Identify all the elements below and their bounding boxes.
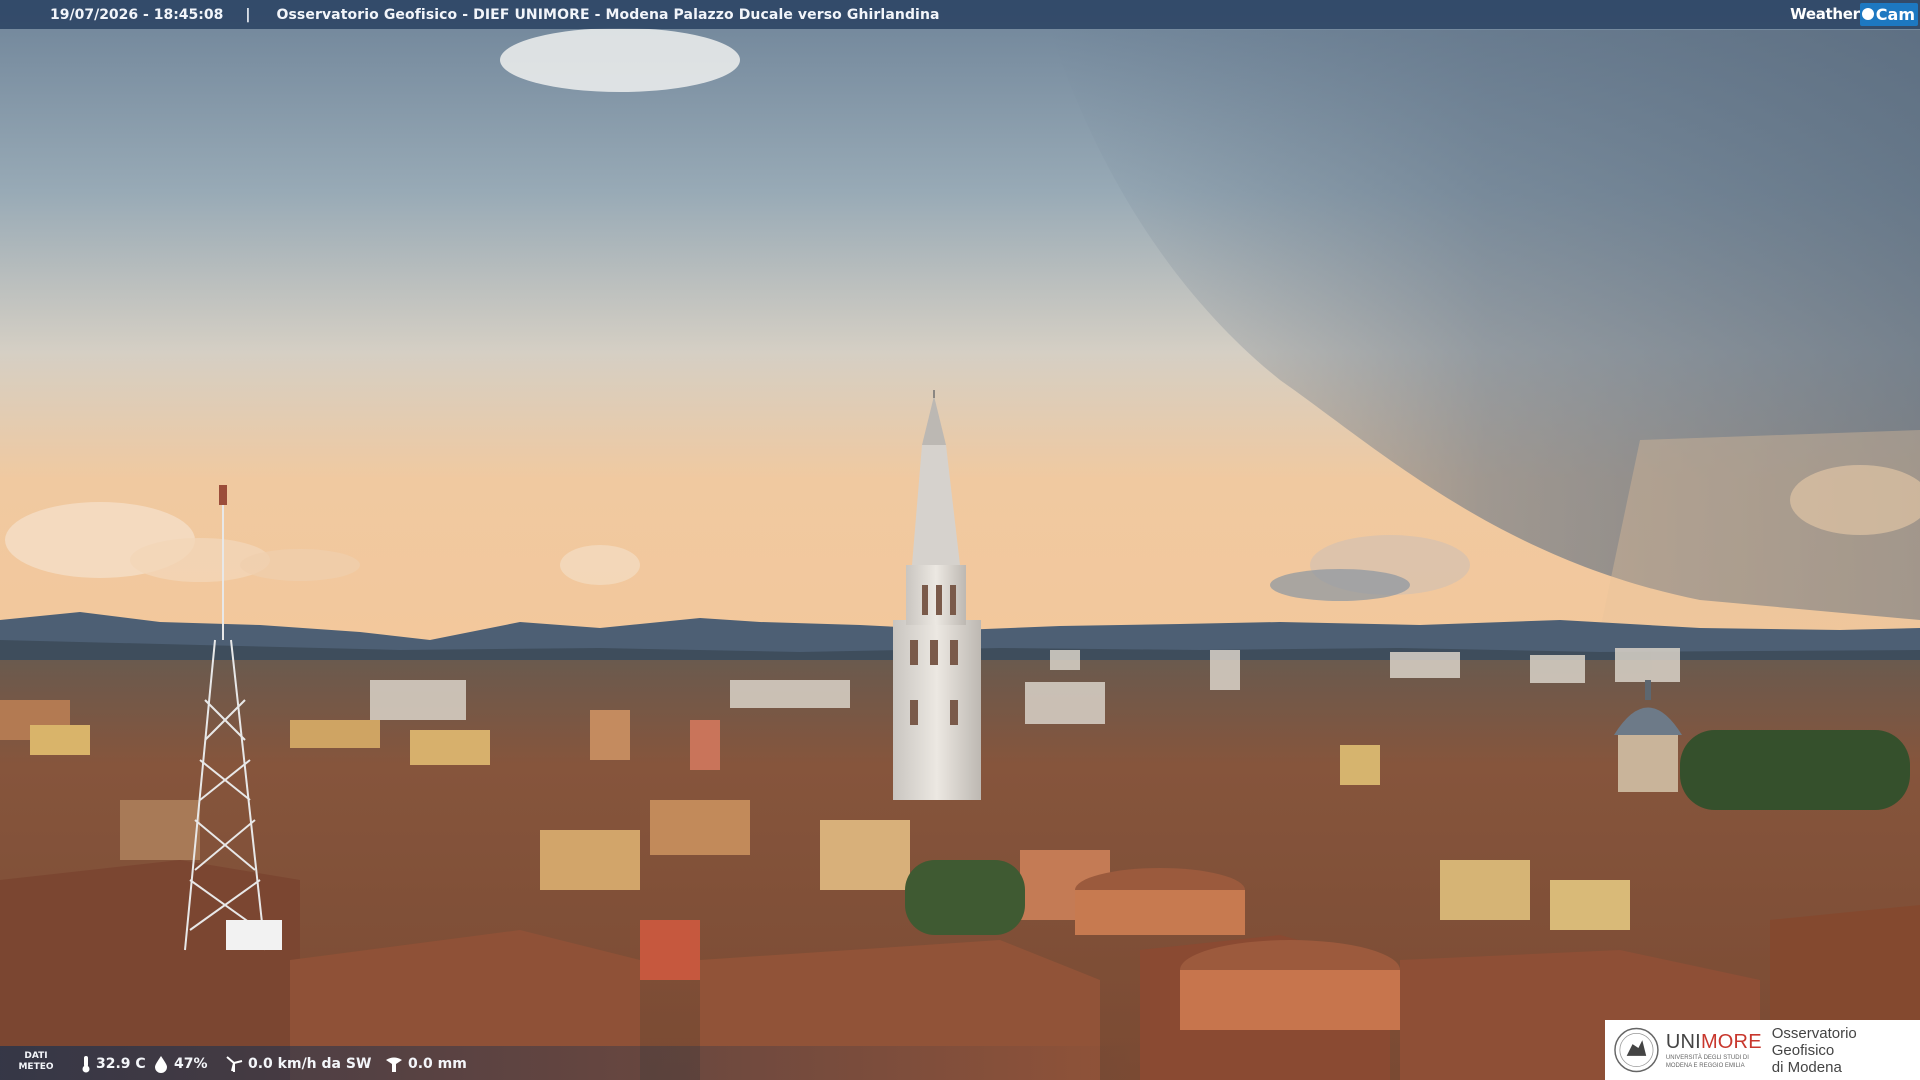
rain-gauge-icon (386, 1057, 402, 1072)
thermometer-icon (82, 1056, 90, 1073)
weather-data-label: DATI METEO (16, 1051, 56, 1073)
unimore-subtitle-2: MODENA E REGGIO EMILIA (1665, 1062, 1745, 1069)
timestamp: 19/07/2026 - 18:45:08 (50, 6, 224, 23)
unimore-subtitle-1: UNIVERSITÀ DEGLI STUDI DI (1665, 1054, 1749, 1061)
observatory-logo-box: UNIMORE UNIVERSITÀ DEGLI STUDI DI MODENA… (1605, 1020, 1920, 1080)
caption-separator: | (245, 6, 251, 23)
observatory-name-line2: di Modena (1771, 1058, 1842, 1076)
weather-data-bar: DATI METEO 32.9 C 47% 0.0 km/h da SW 0.0… (0, 1046, 1620, 1080)
unimore-wordmark: UNIMORE UNIVERSITÀ DEGLI STUDI DI MODENA… (1666, 1031, 1762, 1070)
weathercam-cam-badge: Cam (1859, 2, 1918, 26)
weather-label-line2: METEO (18, 1062, 54, 1072)
unimore-seal-icon (1614, 1027, 1659, 1073)
unimore-more: MORE (1700, 1030, 1762, 1053)
wind-reading: 0.0 km/h da SW (224, 1055, 371, 1073)
rain-value: 0.0 mm (408, 1056, 467, 1072)
weathercam-dot-icon (1861, 8, 1874, 20)
rain-reading: 0.0 mm (384, 1055, 467, 1073)
humidity-drop-icon (155, 1056, 167, 1073)
cloud-mid (560, 545, 640, 585)
temperature-reading: 32.9 C (80, 1055, 146, 1073)
top-caption-bar: 19/07/2026 - 18:45:08 | Osservatorio Geo… (0, 0, 1920, 29)
cloud-top (500, 28, 740, 92)
wind-value: 0.0 km/h da SW (248, 1056, 372, 1072)
weathercam-cam-text: Cam (1875, 4, 1915, 24)
unimore-uni: UNI (1665, 1030, 1701, 1053)
humidity-reading: 47% (152, 1055, 208, 1073)
weathercam-weather-text: Weather (1790, 5, 1860, 23)
unimore-name: UNIMORE (1666, 1031, 1762, 1054)
weathercam-logo: Weather Cam (1790, 1, 1918, 27)
tree (905, 860, 1025, 935)
weather-label-line1: DATI (24, 1051, 48, 1061)
humidity-value: 47% (174, 1056, 208, 1072)
webcam-image (0, 0, 1920, 1080)
observatory-name: Osservatorio Geofisico di Modena (1772, 1025, 1920, 1076)
wind-turbine-icon (226, 1056, 243, 1072)
temperature-value: 32.9 C (96, 1056, 146, 1072)
observatory-name-line1: Osservatorio Geofisico (1771, 1024, 1857, 1059)
camera-caption: Osservatorio Geofisico - DIEF UNIMORE - … (276, 6, 940, 23)
